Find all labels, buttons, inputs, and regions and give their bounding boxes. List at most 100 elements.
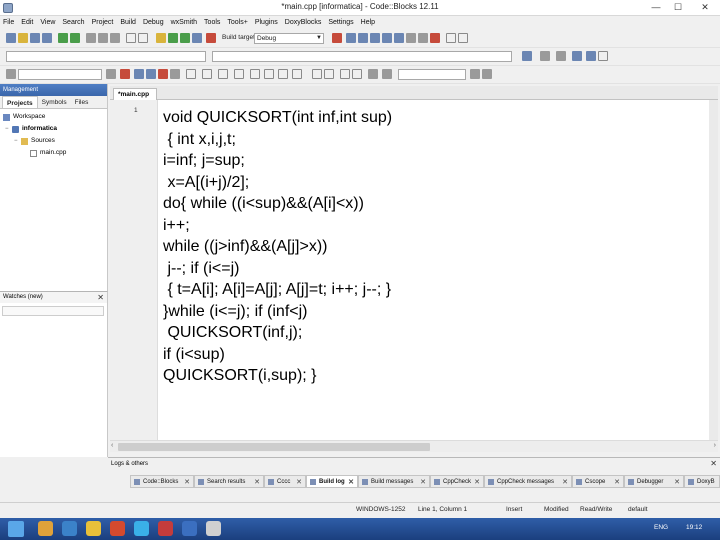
opera-icon[interactable] bbox=[110, 521, 125, 536]
highlight-icon[interactable] bbox=[158, 69, 168, 79]
selected-text-icon[interactable] bbox=[170, 69, 180, 79]
tab-build-log[interactable]: Build log ✕ bbox=[306, 475, 358, 488]
find-icon[interactable] bbox=[126, 33, 136, 43]
code-text[interactable]: void QUICKSORT(int inf,int sup) { int x,… bbox=[163, 107, 392, 387]
tab-cppcheck-messages[interactable]: CppCheck messages ✕ bbox=[484, 475, 572, 488]
symbol-search-field[interactable] bbox=[398, 69, 466, 80]
open-file-icon[interactable] bbox=[18, 33, 28, 43]
close-button[interactable]: ✕ bbox=[692, 1, 718, 14]
form-icon-1[interactable] bbox=[250, 69, 260, 79]
tab-symbols[interactable]: Symbols bbox=[38, 96, 71, 108]
form-icon-4[interactable] bbox=[292, 69, 302, 79]
code-completion-function-field[interactable] bbox=[212, 51, 512, 62]
build-run-icon[interactable] bbox=[180, 33, 190, 43]
search-down-icon[interactable] bbox=[134, 69, 144, 79]
form-icon-5[interactable] bbox=[312, 69, 322, 79]
word-icon[interactable] bbox=[182, 521, 197, 536]
menu-edit[interactable]: Edit bbox=[21, 19, 33, 26]
run-to-cursor-icon[interactable] bbox=[346, 33, 356, 43]
skype-icon[interactable] bbox=[134, 521, 149, 536]
close-icon[interactable]: ✕ bbox=[348, 476, 354, 489]
scrollbar-thumb[interactable] bbox=[118, 443, 430, 451]
tab-cccc[interactable]: Cccc ✕ bbox=[264, 475, 306, 488]
new-file-icon[interactable] bbox=[6, 33, 16, 43]
language-indicator[interactable]: ENG bbox=[654, 524, 668, 531]
replace-icon[interactable] bbox=[138, 33, 148, 43]
next-line-icon[interactable] bbox=[358, 33, 368, 43]
tab-search-results[interactable]: Search results ✕ bbox=[194, 475, 264, 488]
close-icon[interactable]: ✕ bbox=[674, 476, 680, 489]
match-case-icon[interactable] bbox=[186, 69, 196, 79]
form-icon-3[interactable] bbox=[278, 69, 288, 79]
menu-project[interactable]: Project bbox=[92, 19, 114, 26]
horizontal-scrollbar[interactable]: ‹ › bbox=[110, 440, 718, 452]
tree-workspace[interactable]: Workspace bbox=[0, 111, 107, 123]
regex-icon[interactable] bbox=[234, 69, 244, 79]
menu-wxsmith[interactable]: wxSmith bbox=[171, 19, 197, 26]
symbol-c-icon[interactable] bbox=[382, 69, 392, 79]
tree-file-main[interactable]: main.cpp bbox=[0, 147, 107, 159]
tab-build-messages[interactable]: Build messages ✕ bbox=[358, 475, 430, 488]
tab-main-cpp[interactable]: *main.cpp bbox=[113, 88, 157, 100]
menu-build[interactable]: Build bbox=[120, 19, 136, 26]
clock[interactable]: 19:12 bbox=[686, 524, 702, 531]
save-all-icon[interactable] bbox=[42, 33, 52, 43]
next-instruction-icon[interactable] bbox=[394, 33, 404, 43]
collapse-icon[interactable]: − bbox=[5, 123, 12, 135]
step-into-icon[interactable] bbox=[370, 33, 380, 43]
menu-plugins[interactable]: Plugins bbox=[255, 19, 278, 26]
menu-settings[interactable]: Settings bbox=[328, 19, 353, 26]
doxy-run-icon[interactable] bbox=[572, 51, 582, 61]
abort-icon[interactable] bbox=[206, 33, 216, 43]
form-icon-2[interactable] bbox=[264, 69, 274, 79]
tab-cscope[interactable]: Cscope ✕ bbox=[572, 475, 624, 488]
close-icon[interactable]: ✕ bbox=[184, 476, 190, 489]
chrome-icon[interactable] bbox=[86, 521, 101, 536]
explorer-icon[interactable] bbox=[38, 521, 53, 536]
scroll-left-icon[interactable]: ‹ bbox=[111, 442, 113, 449]
menu-help[interactable]: Help bbox=[361, 19, 375, 26]
menu-doxyblocks[interactable]: DoxyBlocks bbox=[285, 19, 322, 26]
cut-icon[interactable] bbox=[86, 33, 96, 43]
form-icon-6[interactable] bbox=[324, 69, 334, 79]
symbol-s-icon[interactable] bbox=[368, 69, 378, 79]
search-up-icon[interactable] bbox=[146, 69, 156, 79]
run-icon[interactable] bbox=[168, 33, 178, 43]
close-icon[interactable]: ✕ bbox=[97, 292, 104, 303]
pencil-icon[interactable] bbox=[120, 69, 130, 79]
step-instruction-icon[interactable] bbox=[406, 33, 416, 43]
tab-cppcheck[interactable]: CppCheck ✕ bbox=[430, 475, 484, 488]
doxy-line-icon[interactable] bbox=[556, 51, 566, 61]
close-icon[interactable]: ✕ bbox=[614, 476, 620, 489]
vertical-scrollbar[interactable] bbox=[709, 100, 718, 440]
codeblocks-task-icon[interactable] bbox=[158, 521, 173, 536]
maximize-button[interactable]: ☐ bbox=[667, 1, 689, 14]
collapse-icon[interactable]: − bbox=[14, 135, 21, 147]
menu-tools-plus[interactable]: Tools+ bbox=[227, 19, 247, 26]
symbol-next-icon[interactable] bbox=[482, 69, 492, 79]
debug-windows-icon[interactable] bbox=[446, 33, 456, 43]
tab-files[interactable]: Files bbox=[71, 96, 93, 108]
menu-file[interactable]: File bbox=[3, 19, 14, 26]
various-info-icon[interactable] bbox=[458, 33, 468, 43]
close-icon[interactable]: ✕ bbox=[710, 458, 717, 470]
tree-sources[interactable]: − Sources bbox=[0, 135, 107, 147]
tab-projects[interactable]: Projects bbox=[2, 96, 38, 108]
build-target-select[interactable]: Debug ▼ bbox=[254, 33, 324, 44]
close-icon[interactable]: ✕ bbox=[296, 476, 302, 489]
menu-debug[interactable]: Debug bbox=[143, 19, 164, 26]
close-icon[interactable]: ✕ bbox=[254, 476, 260, 489]
tab-doxyblocks[interactable]: DoxyB bbox=[684, 475, 720, 488]
incremental-search-field[interactable] bbox=[18, 69, 102, 80]
step-out-icon[interactable] bbox=[382, 33, 392, 43]
pause-icon[interactable] bbox=[418, 33, 428, 43]
tree-project[interactable]: − informatica bbox=[0, 123, 107, 135]
close-icon[interactable]: ✕ bbox=[420, 476, 426, 489]
ie-icon[interactable] bbox=[62, 521, 77, 536]
undo-icon[interactable] bbox=[58, 33, 68, 43]
windows-start-icon[interactable] bbox=[8, 521, 24, 537]
debug-continue-icon[interactable] bbox=[332, 33, 342, 43]
block-icon[interactable] bbox=[202, 69, 212, 79]
paste-icon[interactable] bbox=[110, 33, 120, 43]
menu-tools[interactable]: Tools bbox=[204, 19, 220, 26]
